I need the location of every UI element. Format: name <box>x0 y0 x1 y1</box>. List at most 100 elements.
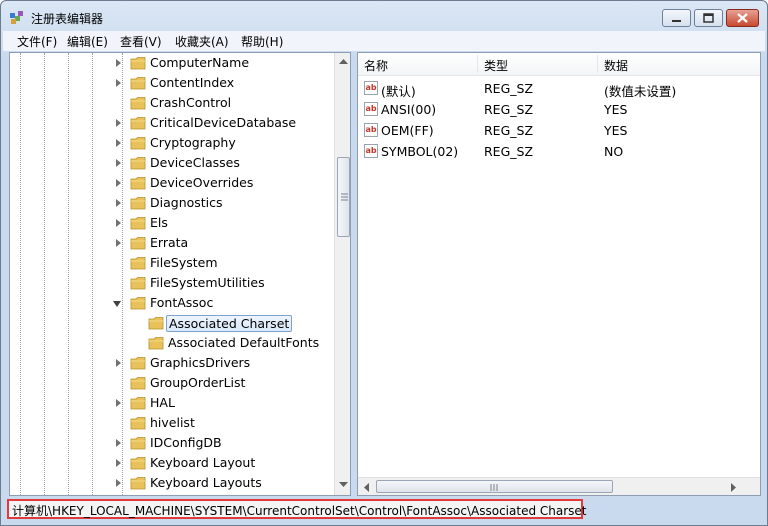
tree-item-label[interactable]: CrashControl <box>148 95 233 110</box>
tree-vertical-scrollbar[interactable] <box>334 53 350 495</box>
tree-item[interactable]: hivelist <box>10 413 330 433</box>
tree-item[interactable]: Diagnostics <box>10 193 330 213</box>
tree-item-label[interactable]: GroupOrderList <box>148 375 247 390</box>
tree-item-label[interactable]: Keyboard Layout <box>148 455 257 470</box>
tree-item-label[interactable]: DeviceOverrides <box>148 175 255 190</box>
column-divider[interactable] <box>597 55 598 73</box>
value-row[interactable]: ab (默认) REG_SZ (数值未设置) <box>358 78 758 99</box>
column-header-type[interactable]: 类型 <box>484 57 508 74</box>
folder-icon <box>130 477 146 490</box>
menu-help[interactable]: 帮助(H) <box>237 33 287 50</box>
close-button[interactable] <box>726 9 759 27</box>
tree-item[interactable]: HAL <box>10 393 330 413</box>
list-header: 名称 类型 数据 <box>358 53 760 76</box>
scroll-up-arrow-icon[interactable] <box>338 57 349 65</box>
scroll-down-arrow-icon[interactable] <box>338 481 349 489</box>
collapsed-arrow-icon[interactable] <box>116 199 121 207</box>
tree-scroll-thumb[interactable] <box>337 157 350 237</box>
value-row[interactable]: ab SYMBOL(02) REG_SZ NO <box>358 141 758 162</box>
expanded-arrow-icon[interactable] <box>113 301 121 307</box>
value-row[interactable]: ab OEM(FF) REG_SZ YES <box>358 120 758 141</box>
tree-item[interactable]: ComputerName <box>10 53 330 73</box>
tree-item[interactable]: FileSystemUtilities <box>10 273 330 293</box>
value-type: REG_SZ <box>484 144 534 159</box>
tree-item-label[interactable]: GraphicsDrivers <box>148 355 252 370</box>
tree-item[interactable]: Associated DefaultFonts <box>10 333 330 353</box>
tree-item-label[interactable]: FileSystemUtilities <box>148 275 267 290</box>
tree-item-label[interactable]: IDConfigDB <box>148 435 224 450</box>
column-divider[interactable] <box>477 55 478 73</box>
folder-icon <box>130 277 146 290</box>
menu-view[interactable]: 查看(V) <box>116 33 166 50</box>
tree-item[interactable]: GraphicsDrivers <box>10 353 330 373</box>
scroll-right-arrow-icon[interactable] <box>730 482 738 493</box>
column-header-data[interactable]: 数据 <box>604 57 628 74</box>
menu-edit[interactable]: 编辑(E) <box>63 33 112 50</box>
collapsed-arrow-icon[interactable] <box>116 139 121 147</box>
values-list-pane[interactable]: 名称 类型 数据 ab (默认) REG_SZ (数值未设置) ab ANSI(00) RE… <box>357 52 761 496</box>
column-header-name[interactable]: 名称 <box>364 57 388 74</box>
tree-item-label[interactable]: ContentIndex <box>148 75 236 90</box>
tree-item[interactable]: Keyboard Layouts <box>10 473 330 493</box>
tree-item[interactable]: Cryptography <box>10 133 330 153</box>
collapsed-arrow-icon[interactable] <box>116 179 121 187</box>
collapsed-arrow-icon[interactable] <box>116 239 121 247</box>
menu-file[interactable]: 文件(F) <box>13 33 61 50</box>
key-tree-pane[interactable]: ComputerName ContentIndex CrashControl Crit… <box>9 52 351 496</box>
tree-item-label[interactable]: Associated DefaultFonts <box>166 335 321 350</box>
tree-item[interactable]: CriticalDeviceDatabase <box>10 113 330 133</box>
value-row[interactable]: ab ANSI(00) REG_SZ YES <box>358 99 758 120</box>
folder-icon <box>130 437 146 450</box>
collapsed-arrow-icon[interactable] <box>116 159 121 167</box>
tree-item[interactable]: CrashControl <box>10 93 330 113</box>
collapsed-arrow-icon[interactable] <box>116 439 121 447</box>
value-data: NO <box>604 144 624 159</box>
collapsed-arrow-icon[interactable] <box>116 399 121 407</box>
collapsed-arrow-icon[interactable] <box>116 119 121 127</box>
tree-item[interactable]: DeviceClasses <box>10 153 330 173</box>
tree-item-label[interactable]: hivelist <box>148 415 197 430</box>
tree-item-label[interactable]: Els <box>148 215 170 230</box>
tree-item[interactable]: FontAssoc <box>10 293 330 313</box>
tree-item[interactable]: IDConfigDB <box>10 433 330 453</box>
tree-item-label-selected[interactable]: Associated Charset <box>166 315 293 332</box>
tree-item-label[interactable]: FileSystem <box>148 255 220 270</box>
tree-item-label[interactable]: Diagnostics <box>148 195 225 210</box>
tree-item-label[interactable]: HAL <box>148 395 177 410</box>
title-bar[interactable]: 注册表编辑器 <box>1 1 767 33</box>
values-scroll-thumb[interactable] <box>376 480 613 493</box>
tree-item[interactable]: Errata <box>10 233 330 253</box>
tree-item-label[interactable]: Errata <box>148 235 190 250</box>
tree-item-label[interactable]: CriticalDeviceDatabase <box>148 115 298 130</box>
tree-item[interactable]: Associated Charset <box>10 313 330 333</box>
tree-item[interactable]: ContentIndex <box>10 73 330 93</box>
tree-item[interactable]: Keyboard Layout <box>10 453 330 473</box>
folder-icon <box>130 97 146 110</box>
folder-icon <box>130 257 146 270</box>
folder-icon <box>130 377 146 390</box>
folder-icon <box>130 57 146 70</box>
tree-item-label[interactable]: Keyboard Layouts <box>148 475 264 490</box>
collapsed-arrow-icon[interactable] <box>116 59 121 67</box>
maximize-icon <box>703 13 714 23</box>
tree-item[interactable]: Els <box>10 213 330 233</box>
tree-item-label[interactable]: ComputerName <box>148 55 251 70</box>
scroll-left-arrow-icon[interactable] <box>362 482 370 493</box>
tree-item-label[interactable]: Cryptography <box>148 135 238 150</box>
value-name: SYMBOL(02) <box>381 144 459 159</box>
tree-item[interactable]: DeviceOverrides <box>10 173 330 193</box>
values-horizontal-scrollbar[interactable] <box>358 477 760 495</box>
collapsed-arrow-icon[interactable] <box>116 359 121 367</box>
minimize-button[interactable] <box>662 9 691 27</box>
maximize-button[interactable] <box>694 9 723 27</box>
collapsed-arrow-icon[interactable] <box>116 79 121 87</box>
tree-item[interactable]: GroupOrderList <box>10 373 330 393</box>
tree-item[interactable]: FileSystem <box>10 253 330 273</box>
tree-item-label[interactable]: FontAssoc <box>148 295 215 310</box>
collapsed-arrow-icon[interactable] <box>116 479 121 487</box>
tree-item-label[interactable]: DeviceClasses <box>148 155 242 170</box>
menu-favorites[interactable]: 收藏夹(A) <box>171 33 233 50</box>
string-value-icon: ab <box>364 144 378 158</box>
collapsed-arrow-icon[interactable] <box>116 219 121 227</box>
collapsed-arrow-icon[interactable] <box>116 459 121 467</box>
